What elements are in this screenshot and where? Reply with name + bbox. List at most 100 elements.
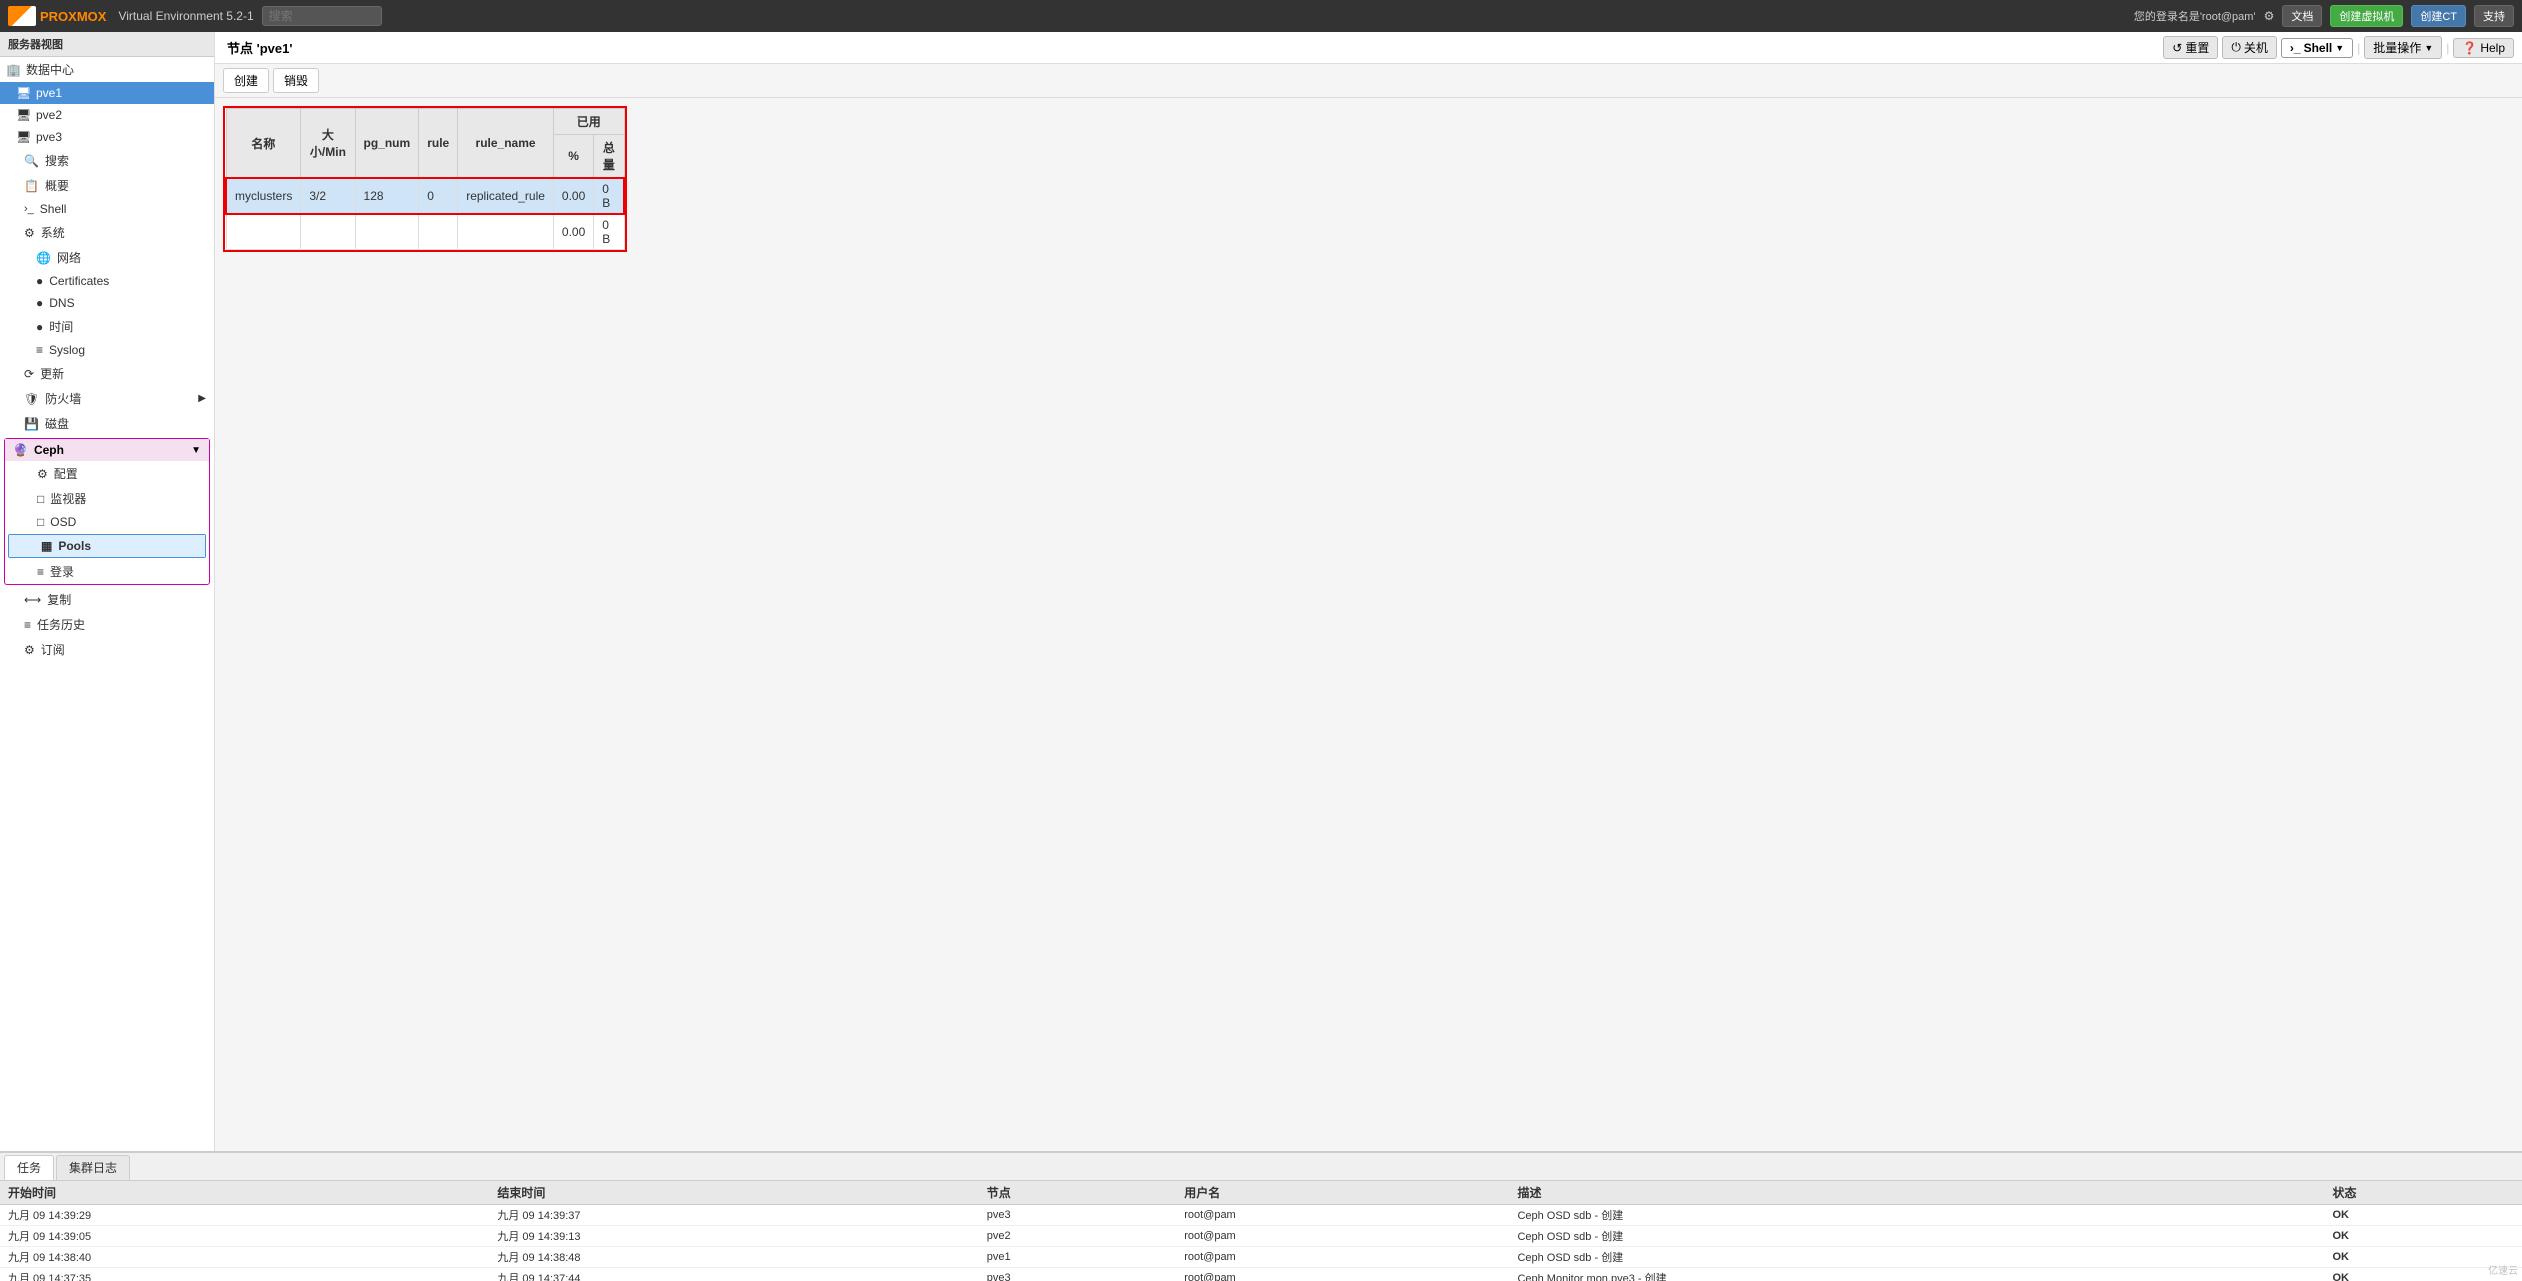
content-area: 节点 'pve1' ↺ 重置 ⏻ 关机 ›_ Shell ▼ | 批量 [215, 32, 2522, 1151]
disks-icon: 💾 [24, 417, 39, 431]
sidebar-item-search[interactable]: 🔍 搜索 [0, 148, 214, 173]
tab-tasks[interactable]: 任务 [4, 1155, 54, 1180]
time-icon: ● [36, 320, 43, 334]
subscribe-button[interactable]: 支持 [2474, 5, 2514, 27]
log-cell-node: pve3 [979, 1205, 1176, 1226]
log-cell-start: 九月 09 14:39:05 [0, 1226, 489, 1247]
bulk-actions-button[interactable]: 批量操作 ▼ [2364, 36, 2442, 59]
log-col-desc: 描述 [1509, 1181, 2324, 1205]
sidebar-item-ceph-log[interactable]: ≡ 登录 [5, 559, 209, 584]
log-col-user: 用户名 [1176, 1181, 1509, 1205]
logo: PROXMOX [8, 6, 106, 26]
log-cell-user: root@pam [1176, 1205, 1509, 1226]
destroy-pool-button[interactable]: 销毁 [273, 68, 319, 93]
sidebar-header: 服务器视图 [0, 32, 214, 57]
pve3-icon: 🖥 [16, 130, 30, 144]
node-header: 节点 'pve1' [223, 32, 2163, 63]
sidebar-item-ceph-monitor[interactable]: □ 监视器 [5, 486, 209, 511]
bulk-expand-icon: ▼ [2424, 43, 2433, 53]
bottom-log-table: 开始时间 结束时间 节点 用户名 描述 状态 九月 09 14:39:29 九月… [0, 1181, 2522, 1281]
pools-table: 名称 大小/Min pg_num rule [225, 108, 625, 250]
sidebar-item-certificates[interactable]: ● Certificates [0, 270, 214, 292]
sidebar-item-pve3[interactable]: 🖥 pve3 [0, 126, 214, 148]
shell-btn-icon: ›_ [2290, 41, 2301, 55]
log-row[interactable]: 九月 09 14:37:35 九月 09 14:37:44 pve3 root@… [0, 1268, 2522, 1281]
log-col-status: 状态 [2325, 1181, 2522, 1205]
table-row[interactable]: myclusters 3/2 128 0 replicated_rule 0.0… [226, 178, 624, 214]
sidebar-item-ceph-osd[interactable]: □ OSD [5, 511, 209, 533]
create-pool-button[interactable]: 创建 [223, 68, 269, 93]
log-cell-start: 九月 09 14:38:40 [0, 1247, 489, 1268]
shutdown-button[interactable]: ⏻ 关机 [2222, 36, 2277, 59]
sidebar-item-network[interactable]: 🌐 网络 [0, 245, 214, 270]
sidebar: 服务器视图 🏢 数据中心 🖥 pve1 🖥 pve2 🖥 pve3 🔍 搜索 [0, 32, 215, 1151]
sidebar-item-replication[interactable]: ⟷ 复制 [0, 587, 214, 612]
log-col-node: 节点 [979, 1181, 1176, 1205]
sidebar-item-system[interactable]: ⚙ 系统 [0, 220, 214, 245]
divider-icon: | [2357, 41, 2360, 55]
total-empty-5 [458, 214, 554, 250]
shell-icon: ›_ [24, 203, 34, 215]
create-ct-button[interactable]: 创建CT [2411, 5, 2466, 27]
sidebar-item-updates[interactable]: ⟳ 更新 [0, 361, 214, 386]
ceph-icon: 🔮 [13, 443, 28, 457]
cell-size-min: 3/2 [301, 178, 355, 214]
sidebar-item-disks[interactable]: 💾 磁盘 [0, 411, 214, 436]
log-row[interactable]: 九月 09 14:38:40 九月 09 14:38:48 pve1 root@… [0, 1247, 2522, 1268]
user-info: 您的登录名是'root@pam' [2134, 8, 2256, 24]
syslog-icon: ≡ [36, 343, 43, 357]
network-icon: 🌐 [36, 251, 51, 265]
sidebar-item-datacenter[interactable]: 🏢 数据中心 [0, 57, 214, 82]
help-icon: ❓ [2462, 41, 2477, 55]
cell-rule: 0 [419, 178, 458, 214]
docs-button[interactable]: 文档 [2282, 5, 2322, 27]
datacenter-icon: 🏢 [6, 63, 20, 77]
sidebar-item-shell[interactable]: ›_ Shell [0, 198, 214, 220]
sidebar-item-ceph-config[interactable]: ⚙ 配置 [5, 461, 209, 486]
content-header-bar: 节点 'pve1' ↺ 重置 ⏻ 关机 ›_ Shell ▼ | 批量 [215, 32, 2522, 64]
col-pg-num: pg_num [355, 109, 419, 179]
refresh-button[interactable]: ↺ 重置 [2163, 36, 2218, 59]
log-cell-end: 九月 09 14:39:37 [489, 1205, 978, 1226]
sidebar-item-syslog[interactable]: ≡ Syslog [0, 339, 214, 361]
cell-name: myclusters [226, 178, 301, 214]
sidebar-item-dns[interactable]: ● DNS [0, 292, 214, 314]
shell-button[interactable]: ›_ Shell ▼ [2281, 38, 2353, 58]
main-layout: 服务器视图 🏢 数据中心 🖥 pve1 🖥 pve2 🖥 pve3 🔍 搜索 [0, 32, 2522, 1151]
sidebar-item-summary[interactable]: 📋 概要 [0, 173, 214, 198]
help-button[interactable]: ❓ Help [2453, 38, 2514, 58]
total-empty-3 [355, 214, 419, 250]
tab-cluster-log[interactable]: 集群日志 [56, 1155, 130, 1180]
bottom-panel: 任务 集群日志 开始时间 结束时间 节点 用户名 描述 状态 九月 09 14:… [0, 1151, 2522, 1281]
certificates-icon: ● [36, 274, 43, 288]
ceph-log-icon: ≡ [37, 565, 44, 579]
log-row[interactable]: 九月 09 14:39:29 九月 09 14:39:37 pve3 root@… [0, 1205, 2522, 1226]
col-name: 名称 [226, 109, 301, 179]
sidebar-item-task-history[interactable]: ≡ 任务历史 [0, 612, 214, 637]
user-settings-icon[interactable]: ⚙ [2264, 9, 2275, 23]
table-totals-row: 0.00 0 B [226, 214, 624, 250]
ceph-osd-icon: □ [37, 515, 44, 529]
create-vm-button[interactable]: 创建虚拟机 [2330, 5, 2403, 27]
sidebar-item-ceph[interactable]: 🔮 Ceph ▼ [5, 439, 209, 461]
log-cell-status: OK [2325, 1205, 2522, 1226]
sidebar-item-firewall[interactable]: 🛡 防火墙 ▶ [0, 386, 214, 411]
ceph-config-icon: ⚙ [37, 467, 48, 481]
refresh-icon: ↺ [2172, 41, 2182, 55]
ceph-section: 🔮 Ceph ▼ ⚙ 配置 □ 监视器 □ OSD ▦ Pools [4, 438, 210, 585]
log-row[interactable]: 九月 09 14:39:05 九月 09 14:39:13 pve2 root@… [0, 1226, 2522, 1247]
sidebar-item-subscription[interactable]: ⚙ 订阅 [0, 637, 214, 662]
sidebar-item-ceph-pools[interactable]: ▦ Pools [9, 535, 205, 557]
sidebar-item-time[interactable]: ● 时间 [0, 314, 214, 339]
sidebar-item-pve1[interactable]: 🖥 pve1 [0, 82, 214, 104]
log-cell-end: 九月 09 14:39:13 [489, 1226, 978, 1247]
system-icon: ⚙ [24, 226, 35, 240]
col-rule: rule [419, 109, 458, 179]
search-input[interactable] [262, 6, 382, 26]
log-cell-user: root@pam [1176, 1226, 1509, 1247]
sidebar-item-pve2[interactable]: 🖥 pve2 [0, 104, 214, 126]
right-toolbar: ↺ 重置 ⏻ 关机 ›_ Shell ▼ | 批量操作 ▼ | [2163, 36, 2514, 59]
summary-icon: 📋 [24, 179, 39, 193]
pve1-icon: 🖥 [16, 86, 30, 100]
ceph-pools-icon: ▦ [41, 539, 52, 553]
